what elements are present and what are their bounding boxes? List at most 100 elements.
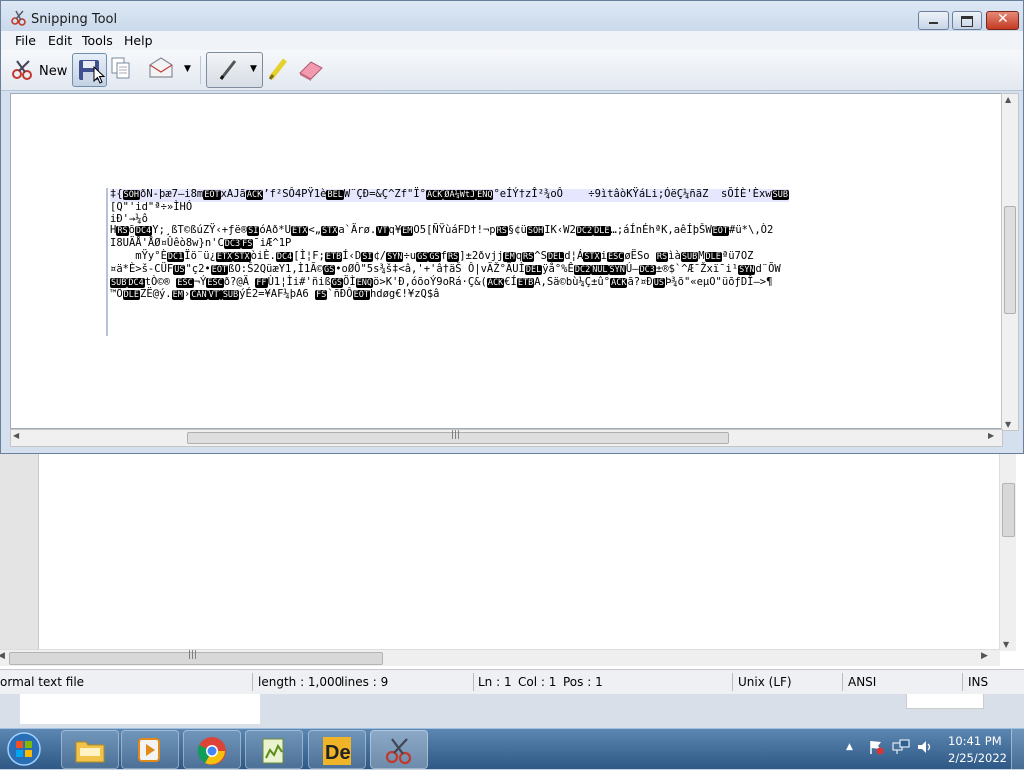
snip-text-segment: €Í	[504, 275, 517, 288]
snip-text-segment: õ	[128, 224, 135, 237]
status-lines: lines : 9	[341, 675, 389, 689]
control-char-badge: DC3	[223, 239, 242, 250]
svg-text:De: De	[325, 742, 351, 764]
scroll-right-arrow-icon[interactable]: ▶	[981, 651, 988, 661]
snip-content: ‡{SOHðN-þæ7—i8mEOTxAJãACK’f²SÔ4PŸ1èBELW¨…	[110, 188, 789, 302]
snip-text-segment: ã?¤Ð	[627, 275, 653, 288]
clock-date[interactable]: 2/25/2022	[948, 751, 1007, 765]
snip-text-segment: ÿå°%Ê	[542, 262, 574, 275]
new-snip-button[interactable]: New	[9, 54, 69, 86]
de-app-icon: De	[323, 737, 351, 765]
pen-tool-button[interactable]	[206, 52, 250, 88]
snip-text-segment: óAð*U	[259, 224, 291, 237]
scissors-icon	[11, 10, 27, 29]
taskbar-media-player[interactable]	[121, 730, 179, 769]
control-char-badge: DC2	[573, 264, 592, 275]
scroll-thumb[interactable]	[1004, 206, 1016, 314]
highlighter-button[interactable]	[265, 56, 291, 82]
snip-text-segment: `ñÐÔ	[327, 288, 353, 301]
send-dropdown-button[interactable]: ▼	[181, 60, 195, 80]
canvas-vertical-scrollbar[interactable]: ▲ ▼	[1001, 93, 1019, 431]
snip-text-segment: "ç2•	[185, 262, 211, 275]
snip-text-segment: ¤ä*È>š-CÜF	[110, 262, 174, 275]
menu-file[interactable]: File	[15, 33, 36, 48]
snip-text-segment: ÖÌ	[343, 275, 356, 288]
taskbar-de-app[interactable]: De	[308, 730, 366, 769]
show-desktop-button[interactable]	[1011, 729, 1024, 769]
snip-text-segment: Y;¸ßT©ßúZŸ‹+ƒë®	[152, 224, 248, 237]
scroll-right-arrow-icon[interactable]: ▶	[988, 431, 994, 440]
taskbar: De ▲ 10:41 PM 2/25/2022	[0, 728, 1024, 769]
taskbar-notepad-plus-plus[interactable]	[245, 730, 303, 769]
snip-text-segment: I8UÄÅ'ÅØ¤Ûêò8w}n'C	[110, 237, 224, 250]
network-icon[interactable]	[892, 739, 910, 758]
eraser-icon	[297, 61, 325, 85]
snip-text-segment: xAJã	[220, 188, 246, 200]
send-snip-button[interactable]	[147, 56, 177, 82]
scroll-left-arrow-icon[interactable]: ◀	[0, 651, 5, 661]
snip-text-segment: #ü*\,Ò2	[729, 224, 774, 237]
control-char-badge: US	[652, 277, 665, 288]
snip-text-segment: ð?@Ä	[223, 275, 256, 288]
snip-text-segment: …;áÍnÉhªK,aêÍþŠW	[610, 224, 712, 237]
show-hidden-icons-icon[interactable]: ▲	[846, 742, 853, 752]
snip-canvas[interactable]: ‡{SOHðN-þæ7—i8mEOTxAJãACK’f²SÔ4PŸ1èBELW¨…	[10, 93, 1003, 429]
scroll-up-arrow-icon[interactable]: ▲	[1005, 95, 1011, 104]
taskbar-snipping-tool[interactable]	[370, 730, 428, 769]
snip-text-segment: Í‹D	[342, 249, 362, 262]
snip-text-segment: øËSo	[624, 249, 656, 262]
background-window-fragment	[0, 694, 1024, 728]
control-char-badge: SUB	[221, 290, 240, 301]
captured-snip: ‡{SOHðN-þæ7—i8mEOTxAJãACK’f²SÔ4PŸ1èBELW¨…	[106, 188, 1002, 336]
minimize-button[interactable]	[918, 11, 949, 30]
new-label: New	[39, 64, 68, 79]
clock-time[interactable]: 10:41 PM	[948, 734, 1002, 748]
control-char-badge: EM	[503, 251, 516, 262]
pen-dropdown-button[interactable]: ▼	[248, 52, 263, 88]
maximize-icon	[961, 16, 973, 27]
editor-horizontal-scrollbar[interactable]: ◀ ||| ▶	[0, 649, 1000, 666]
scroll-left-arrow-icon[interactable]: ◀	[13, 431, 19, 440]
control-char-badge: SI	[247, 226, 260, 237]
system-tray: ▲ 10:41 PM 2/25/2022	[840, 729, 1024, 769]
menu-edit[interactable]: Edit	[48, 33, 72, 48]
close-button[interactable]: ✕	[986, 11, 1019, 30]
control-char-badge: SI	[361, 251, 374, 262]
toolbar: New ▼ ▼	[1, 50, 1023, 91]
scroll-thumb[interactable]	[1002, 483, 1015, 537]
action-center-flag-icon[interactable]	[868, 739, 884, 758]
snip-text-segment: tÒ©®	[144, 275, 177, 288]
control-char-badge: ETX	[290, 226, 309, 237]
control-char-badge: VT	[207, 290, 220, 301]
scroll-down-arrow-icon[interactable]: ▼	[1005, 420, 1011, 429]
taskbar-file-explorer[interactable]	[61, 730, 119, 769]
control-char-badge: DLE	[704, 251, 722, 262]
editor-status-bar: ormal text file length : 1,000 lines : 9…	[0, 669, 1024, 694]
snip-text-segment: ]±2ðvjj	[459, 249, 504, 262]
snip-text-segment: A,Sä©bù¼Ç±û°	[534, 275, 611, 288]
status-position: Pos : 1	[563, 675, 603, 689]
maximize-button[interactable]	[952, 11, 982, 30]
taskbar-chrome[interactable]	[183, 730, 241, 769]
snip-text-segment: §¢ü	[507, 224, 527, 237]
scroll-down-arrow-icon[interactable]: ▼	[1003, 640, 1009, 649]
snip-text-segment: ö>K'Ð,óõoÝ9oRá·Ç&(	[373, 275, 487, 288]
save-snip-button[interactable]	[72, 53, 107, 87]
status-eol: Unix (LF)	[738, 675, 792, 689]
snip-text-segment: O5[ÑŸùáFD†!¬p	[413, 224, 496, 237]
editor-vertical-scrollbar[interactable]: ▼	[999, 451, 1016, 651]
control-char-badge: STX	[233, 251, 251, 262]
copy-button[interactable]	[109, 56, 135, 82]
canvas-horizontal-scrollbar[interactable]: ◀ ||| ▶	[10, 429, 1003, 447]
menu-tools[interactable]: Tools	[82, 33, 113, 48]
control-char-badge: FF	[255, 277, 268, 288]
menu-help[interactable]: Help	[124, 33, 153, 48]
eraser-button[interactable]	[297, 56, 325, 82]
line-number-gutter	[0, 451, 39, 651]
volume-icon[interactable]	[916, 739, 934, 758]
start-button[interactable]	[4, 731, 46, 767]
control-char-badge: FS	[241, 239, 254, 250]
title-bar[interactable]: Snipping Tool ✕	[1, 1, 1023, 34]
control-char-badge: EOT	[203, 190, 221, 200]
snip-text-segment: ßO:Š2QüæY1,Ì1Ã©	[228, 262, 323, 275]
